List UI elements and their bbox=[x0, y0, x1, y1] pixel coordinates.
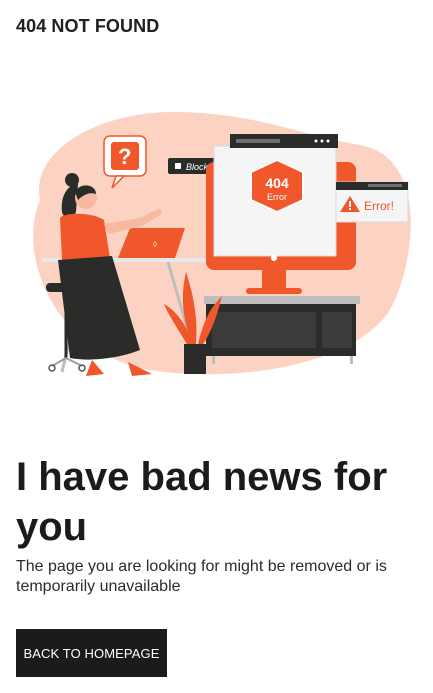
question-mark-text: ? bbox=[118, 144, 131, 169]
page-brand-title: 404 NOT FOUND bbox=[16, 16, 160, 36]
error-illustration: ◊ ? Blocked 404 Error Error! bbox=[33, 111, 411, 376]
error-popup: Error! bbox=[335, 181, 409, 223]
cabinet bbox=[204, 296, 360, 364]
error-popup-text: Error! bbox=[364, 199, 394, 213]
back-to-homepage-button[interactable]: BACK TO HOMEPAGE bbox=[16, 629, 167, 677]
error-badge: 404 Error bbox=[250, 158, 304, 214]
badge-code-text: 404 bbox=[265, 175, 289, 191]
monitor bbox=[206, 134, 356, 294]
svg-text:◊: ◊ bbox=[153, 240, 157, 249]
badge-error-text: Error bbox=[267, 192, 287, 202]
error-message: The page you are looking for might be re… bbox=[16, 558, 387, 595]
page-headline: I have bad news for you bbox=[16, 455, 388, 549]
